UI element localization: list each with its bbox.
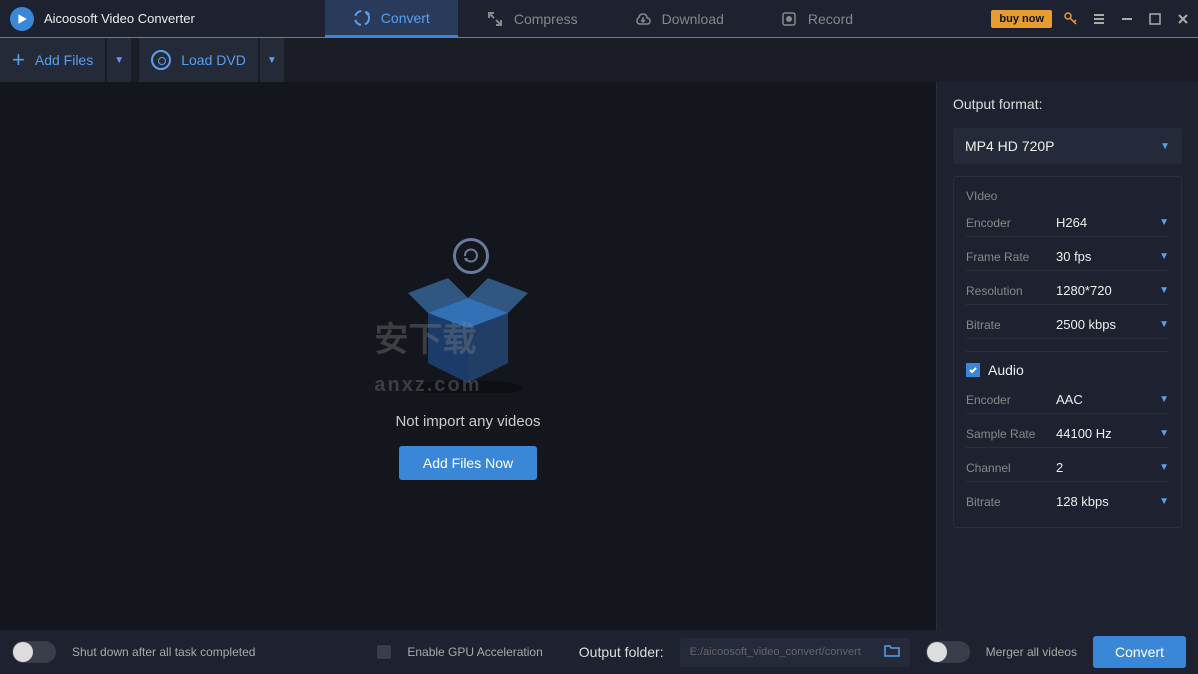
samplerate-row: Sample Rate 44100 Hz▼ xyxy=(966,426,1169,448)
chevron-down-icon: ▼ xyxy=(1159,217,1169,228)
maximize-button[interactable] xyxy=(1146,10,1164,28)
output-folder-input[interactable]: E:/aicoosoft_video_convert/convert xyxy=(680,638,910,667)
download-icon xyxy=(634,10,652,28)
load-dvd-button[interactable]: Load DVD xyxy=(139,38,258,82)
setting-label: Encoder xyxy=(966,393,1056,407)
chevron-down-icon: ▼ xyxy=(1159,285,1169,296)
channel-row: Channel 2▼ xyxy=(966,460,1169,482)
resolution-row: Resolution 1280*720▼ xyxy=(966,283,1169,305)
key-icon[interactable] xyxy=(1062,10,1080,28)
convert-button[interactable]: Convert xyxy=(1093,636,1186,668)
tab-label: Compress xyxy=(514,11,578,27)
output-folder-label: Output folder: xyxy=(579,644,664,660)
chevron-down-icon: ▼ xyxy=(267,55,277,66)
add-files-label: Add Files xyxy=(35,52,93,68)
shutdown-toggle[interactable] xyxy=(12,641,56,663)
chevron-down-icon: ▼ xyxy=(1159,319,1169,330)
audio-encoder-select[interactable]: AAC▼ xyxy=(1056,392,1169,407)
load-dvd-dropdown[interactable]: ▼ xyxy=(260,38,284,82)
buy-now-button[interactable]: buy now xyxy=(991,10,1052,28)
footer: Shut down after all task completed Enabl… xyxy=(0,630,1198,674)
chevron-down-icon: ▼ xyxy=(1159,462,1169,473)
empty-state-graphic xyxy=(368,233,568,393)
output-format-label: Output format: xyxy=(953,96,1182,112)
merger-label: Merger all videos xyxy=(986,645,1077,659)
audio-section-label: Audio xyxy=(988,362,1024,378)
titlebar: Aicoosoft Video Converter Convert Compre… xyxy=(0,0,1198,38)
chevron-down-icon: ▼ xyxy=(1159,394,1169,405)
video-section-label: VIdeo xyxy=(966,189,1169,203)
audio-enable-checkbox[interactable] xyxy=(966,363,980,377)
setting-label: Channel xyxy=(966,461,1056,475)
video-encoder-row: Encoder H264▼ xyxy=(966,215,1169,237)
chevron-down-icon: ▼ xyxy=(1159,496,1169,507)
load-dvd-label: Load DVD xyxy=(181,52,246,68)
compress-icon xyxy=(486,10,504,28)
chevron-down-icon: ▼ xyxy=(1159,251,1169,262)
setting-label: Frame Rate xyxy=(966,250,1056,264)
tab-record[interactable]: Record xyxy=(752,0,881,37)
tab-label: Record xyxy=(808,11,853,27)
folder-icon[interactable] xyxy=(884,644,900,661)
audio-bitrate-select[interactable]: 128 kbps▼ xyxy=(1056,494,1169,509)
add-files-now-button[interactable]: Add Files Now xyxy=(399,446,537,480)
main-area: 安下载anxz.com Not import any videos Add Fi… xyxy=(0,82,1198,630)
add-files-button[interactable]: + Add Files xyxy=(0,38,105,82)
main-tabs: Convert Compress Download Record xyxy=(325,0,881,37)
refresh-icon xyxy=(453,238,489,274)
merger-toggle[interactable] xyxy=(926,641,970,663)
empty-state-text: Not import any videos xyxy=(395,413,540,430)
setting-label: Resolution xyxy=(966,284,1056,298)
menu-icon[interactable] xyxy=(1090,10,1108,28)
framerate-row: Frame Rate 30 fps▼ xyxy=(966,249,1169,271)
app-logo xyxy=(10,7,34,31)
setting-label: Bitrate xyxy=(966,495,1056,509)
format-value: MP4 HD 720P xyxy=(965,138,1054,154)
setting-label: Bitrate xyxy=(966,318,1056,332)
gpu-label: Enable GPU Acceleration xyxy=(407,645,542,659)
record-icon xyxy=(780,10,798,28)
audio-section-header: Audio xyxy=(966,351,1169,378)
tab-compress[interactable]: Compress xyxy=(458,0,606,37)
resolution-select[interactable]: 1280*720▼ xyxy=(1056,283,1169,298)
tab-label: Convert xyxy=(381,10,430,26)
video-encoder-select[interactable]: H264▼ xyxy=(1056,215,1169,230)
audio-encoder-row: Encoder AAC▼ xyxy=(966,392,1169,414)
tab-label: Download xyxy=(662,11,724,27)
output-folder-value: E:/aicoosoft_video_convert/convert xyxy=(690,646,861,658)
dvd-icon xyxy=(151,50,171,70)
chevron-down-icon: ▼ xyxy=(114,55,124,66)
setting-label: Sample Rate xyxy=(966,427,1056,441)
gpu-checkbox[interactable] xyxy=(377,645,391,659)
close-button[interactable] xyxy=(1174,10,1192,28)
channel-select[interactable]: 2▼ xyxy=(1056,460,1169,475)
app-title: Aicoosoft Video Converter xyxy=(44,11,195,26)
content-area: 安下载anxz.com Not import any videos Add Fi… xyxy=(0,82,937,630)
toolbar: + Add Files ▼ Load DVD ▼ xyxy=(0,38,1198,82)
minimize-button[interactable] xyxy=(1118,10,1136,28)
video-bitrate-select[interactable]: 2500 kbps▼ xyxy=(1056,317,1169,332)
convert-icon xyxy=(353,9,371,27)
chevron-down-icon: ▼ xyxy=(1159,428,1169,439)
framerate-select[interactable]: 30 fps▼ xyxy=(1056,249,1169,264)
setting-label: Encoder xyxy=(966,216,1056,230)
titlebar-controls: buy now xyxy=(991,10,1198,28)
shutdown-label: Shut down after all task completed xyxy=(72,645,255,659)
plus-icon: + xyxy=(12,47,25,73)
samplerate-select[interactable]: 44100 Hz▼ xyxy=(1056,426,1169,441)
audio-bitrate-row: Bitrate 128 kbps▼ xyxy=(966,494,1169,515)
output-sidebar: Output format: MP4 HD 720P ▼ VIdeo Encod… xyxy=(937,82,1198,630)
settings-panel: VIdeo Encoder H264▼ Frame Rate 30 fps▼ R… xyxy=(953,176,1182,528)
format-select[interactable]: MP4 HD 720P ▼ xyxy=(953,128,1182,164)
tab-convert[interactable]: Convert xyxy=(325,0,458,37)
add-files-dropdown[interactable]: ▼ xyxy=(107,38,131,82)
chevron-down-icon: ▼ xyxy=(1160,141,1170,152)
video-bitrate-row: Bitrate 2500 kbps▼ xyxy=(966,317,1169,339)
tab-download[interactable]: Download xyxy=(606,0,752,37)
